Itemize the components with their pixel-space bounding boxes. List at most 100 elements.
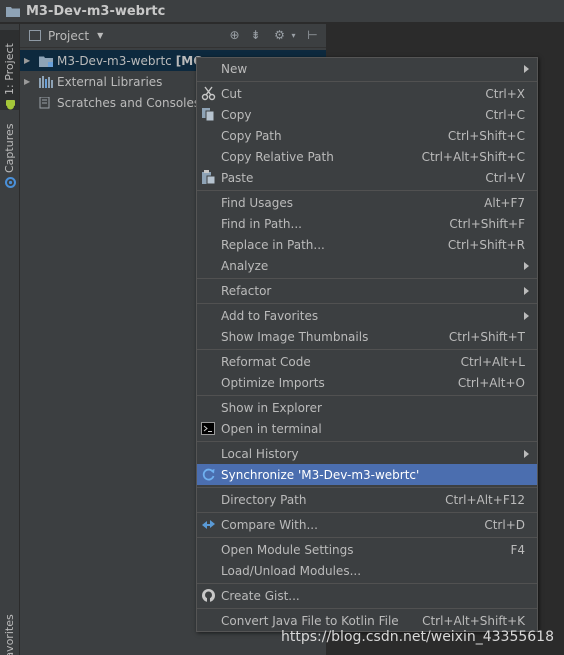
menu-item-label: Paste [221,170,254,185]
menu-item-refactor[interactable]: Refactor [197,280,537,301]
gear-dropdown-icon[interactable]: ▾ [286,28,301,43]
menu-item-label: Show in Explorer [221,400,322,415]
menu-item-copy-path[interactable]: Copy Path Ctrl+Shift+C [197,125,537,146]
menu-item-shortcut: Ctrl+Shift+T [448,329,525,344]
locate-icon[interactable]: ⊕ [227,28,242,43]
tab-project-label: 1: Project [3,43,16,95]
menu-separator [197,303,537,304]
menu-item-cut[interactable]: Cut Ctrl+X [197,83,537,104]
expand-arrow-icon[interactable]: ▶ [24,77,34,86]
menu-item-shortcut: Ctrl+Shift+F [449,216,525,231]
menu-item-directory-path[interactable]: Directory Path Ctrl+Alt+F12 [197,489,537,510]
menu-item-reformat-code[interactable]: Reformat Code Ctrl+Alt+L [197,351,537,372]
menu-item-open-in-terminal[interactable]: Open in terminal [197,418,537,439]
watermark: https://blog.csdn.net/weixin_43355618 [280,629,554,645]
menu-item-label: Cut [221,86,242,101]
menu-separator [197,512,537,513]
libraries-icon [39,75,53,88]
menu-item-label: Compare With... [221,517,318,532]
menu-item-synchronize-m3-dev-m3-webrtc[interactable]: Synchronize 'M3-Dev-m3-webrtc' [197,464,537,485]
menu-item-find-usages[interactable]: Find Usages Alt+F7 [197,192,537,213]
menu-item-open-module-settings[interactable]: Open Module Settings F4 [197,539,537,560]
menu-item-shortcut: Ctrl+Shift+C [447,128,525,143]
menu-item-label: Find Usages [221,195,294,210]
submenu-arrow-icon [524,65,529,73]
menu-item-shortcut: Ctrl+Alt+L [460,354,525,369]
module-folder-icon [39,55,53,67]
menu-separator [197,349,537,350]
menu-item-create-gist[interactable]: Create Gist... [197,585,537,606]
menu-item-shortcut: Ctrl+Alt+Shift+K [422,613,525,628]
menu-item-label: Optimize Imports [221,375,325,390]
menu-item-load-unload-modules[interactable]: Load/Unload Modules... [197,560,537,581]
menu-item-new[interactable]: New [197,58,537,79]
copy-icon [201,107,216,122]
menu-item-compare-with[interactable]: Compare With... Ctrl+D [197,514,537,535]
context-menu: New Cut Ctrl+X Copy Ctrl+C Copy Path Ctrl+Shif… [196,57,538,632]
menu-item-label: Open in terminal [221,421,322,436]
menu-separator [197,278,537,279]
menu-separator [197,487,537,488]
tree-node-label: Scratches and Consoles [57,95,201,110]
menu-item-shortcut: Ctrl+V [485,170,525,185]
menu-item-label: Refactor [221,283,272,298]
menu-separator [197,81,537,82]
menu-item-show-image-thumbnails[interactable]: Show Image Thumbnails Ctrl+Shift+T [197,326,537,347]
menu-item-shortcut: Ctrl+Alt+O [457,375,525,390]
collapse-all-icon[interactable]: ⇟ [248,28,263,43]
menu-item-paste[interactable]: Paste Ctrl+V [197,167,537,188]
menu-separator [197,537,537,538]
scratches-icon [39,96,53,109]
menu-separator [197,395,537,396]
window-title: M3-Dev-m3-webrtc [26,3,166,19]
menu-item-shortcut: Ctrl+X [485,86,525,101]
folder-icon [6,6,20,17]
menu-item-convert-java-file-to-kotlin-file[interactable]: Convert Java File to Kotlin File Ctrl+Alt… [197,610,537,631]
terminal-icon [201,421,216,436]
menu-item-label: Load/Unload Modules... [221,563,362,578]
menu-item-shortcut: Ctrl+Shift+R [447,237,525,252]
chevron-down-icon[interactable]: ▼ [97,31,103,40]
android-icon [4,99,16,110]
menu-item-label: Open Module Settings [221,542,354,557]
menu-item-label: Copy [221,107,252,122]
gear-icon[interactable]: ⚙ [272,28,287,43]
menu-item-label: Show Image Thumbnails [221,329,369,344]
menu-item-shortcut: Alt+F7 [484,195,525,210]
capture-icon [4,177,17,188]
menu-item-label: Copy Path [221,128,282,143]
tab-project[interactable]: 1: Project [0,30,19,110]
submenu-arrow-icon [524,450,529,458]
tab-favorites[interactable]: Favorites [0,614,19,655]
tab-captures[interactable]: Captures [0,120,19,188]
menu-item-find-in-path[interactable]: Find in Path... Ctrl+Shift+F [197,213,537,234]
menu-item-copy-relative-path[interactable]: Copy Relative Path Ctrl+Alt+Shift+C [197,146,537,167]
menu-item-label: Reformat Code [221,354,311,369]
menu-item-optimize-imports[interactable]: Optimize Imports Ctrl+Alt+O [197,372,537,393]
submenu-arrow-icon [524,262,529,270]
menu-item-copy[interactable]: Copy Ctrl+C [197,104,537,125]
project-view-icon [29,30,41,41]
menu-item-add-to-favorites[interactable]: Add to Favorites [197,305,537,326]
menu-item-label: Convert Java File to Kotlin File [221,613,399,628]
menu-item-label: Analyze [221,258,269,273]
menu-item-analyze[interactable]: Analyze [197,255,537,276]
menu-item-shortcut: F4 [510,542,525,557]
menu-item-label: Local History [221,446,299,461]
menu-item-label: Copy Relative Path [221,149,334,164]
expand-arrow-icon[interactable]: ▶ [24,56,34,65]
submenu-arrow-icon [524,287,529,295]
tree-node-label: External Libraries [57,74,163,89]
menu-item-label: Add to Favorites [221,308,319,323]
menu-item-local-history[interactable]: Local History [197,443,537,464]
menu-item-shortcut: Ctrl+Alt+F12 [445,492,525,507]
menu-item-shortcut: Ctrl+D [484,517,525,532]
menu-separator [197,190,537,191]
menu-item-show-in-explorer[interactable]: Show in Explorer [197,397,537,418]
hide-panel-icon[interactable]: ⊢ [305,28,320,43]
project-view-title[interactable]: Project [48,29,89,43]
sync-icon [201,467,216,482]
title-bar: M3-Dev-m3-webrtc [0,0,564,23]
menu-item-shortcut: Ctrl+C [485,107,525,122]
menu-item-replace-in-path[interactable]: Replace in Path... Ctrl+Shift+R [197,234,537,255]
